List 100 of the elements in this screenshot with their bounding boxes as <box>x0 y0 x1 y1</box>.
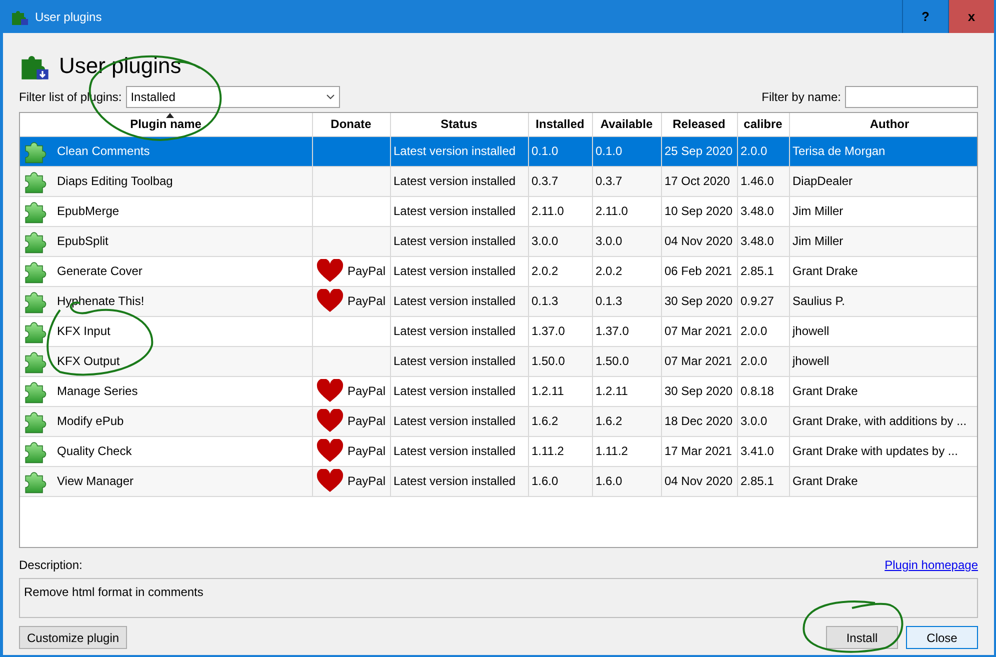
plugin-name: Modify ePub <box>57 413 124 430</box>
column-header[interactable]: Installed <box>528 113 592 136</box>
column-header[interactable]: calibre <box>737 113 789 136</box>
table-cell: 1.2.11 <box>528 376 592 406</box>
filter-label: Filter by name: <box>762 89 841 106</box>
donate-link[interactable]: PayPal <box>348 412 386 430</box>
table-cell: Latest version installed <box>390 286 528 316</box>
table-cell: 1.11.2 <box>592 436 661 466</box>
description-label: Description: <box>19 557 82 574</box>
table-cell: jhowell <box>789 346 977 376</box>
table-cell: 25 Sep 2020 <box>661 136 737 166</box>
filter-dropdown[interactable]: Installed <box>126 86 340 108</box>
heart-icon <box>316 469 344 493</box>
table-cell: 0.3.7 <box>592 166 661 196</box>
table-cell: 2.0.2 <box>528 256 592 286</box>
table-cell: 2.11.0 <box>528 196 592 226</box>
heading: User plugins <box>59 52 182 80</box>
table-cell: 2.0.0 <box>737 316 789 346</box>
column-header[interactable]: Released <box>661 113 737 136</box>
caret-icon <box>326 94 335 100</box>
plugin-name: KFX Input <box>57 323 110 340</box>
table-cell: 07 Mar 2021 <box>661 346 737 376</box>
table-cell: 17 Oct 2020 <box>661 166 737 196</box>
table-cell: 30 Sep 2020 <box>661 286 737 316</box>
window-title: User plugins <box>35 8 103 26</box>
table-cell: Latest version installed <box>390 466 528 496</box>
table-cell: Latest version installed <box>390 406 528 436</box>
donate-link[interactable]: PayPal <box>348 262 386 280</box>
plugin-row[interactable]: Manage Series PayPal Latest version installed 1.2.11 1.2.11 30 Sep 2020 0.8.18 Grant Drake <box>20 376 977 406</box>
table-cell: Grant Drake <box>789 466 977 496</box>
table-cell: Terisa de Morgan <box>789 136 977 166</box>
column-header[interactable]: Author <box>789 113 977 136</box>
plugin-row[interactable]: EpubMerge Latest version installed 2.11.0 2.11.0 10 Sep 2020 3.48.0 Jim Miller <box>20 196 977 226</box>
plugin-name: EpubMerge <box>57 203 120 220</box>
table-cell: Latest version installed <box>390 436 528 466</box>
table-cell: 06 Feb 2021 <box>661 256 737 286</box>
plugin-name: Manage Series <box>57 383 138 400</box>
table-cell: 1.2.11 <box>592 376 661 406</box>
table-cell: 18 Dec 2020 <box>661 406 737 436</box>
heart-icon <box>316 379 344 403</box>
table-cell: 04 Nov 2020 <box>661 466 737 496</box>
close-button[interactable]: x <box>948 0 994 33</box>
table-cell: Latest version installed <box>390 256 528 286</box>
table-cell: Grant Drake <box>789 376 977 406</box>
column-header[interactable]: Donate <box>312 113 390 136</box>
table-cell: 1.50.0 <box>592 346 661 376</box>
table-cell: 10 Sep 2020 <box>661 196 737 226</box>
table-cell: 0.1.0 <box>592 136 661 166</box>
table-cell: Grant Drake <box>789 256 977 286</box>
column-header[interactable]: Status <box>390 113 528 136</box>
table-cell: 1.37.0 <box>592 316 661 346</box>
table-cell: 0.8.18 <box>737 376 789 406</box>
plugin-row[interactable]: Clean Comments Latest version installed 0.1.0 0.1.0 25 Sep 2020 2.0.0 Terisa de Morgan <box>20 136 977 166</box>
table-cell: Latest version installed <box>390 166 528 196</box>
plugin-row[interactable]: Hyphenate This! PayPal Latest version installed 0.1.3 0.1.3 30 Sep 2020 0.9.27 Saulius P. <box>20 286 977 316</box>
donate-link[interactable]: PayPal <box>348 472 386 490</box>
table-cell: 0.1.3 <box>528 286 592 316</box>
plugin-row[interactable]: EpubSplit Latest version installed 3.0.0 3.0.0 04 Nov 2020 3.48.0 Jim Miller <box>20 226 977 256</box>
table-cell: 2.0.2 <box>592 256 661 286</box>
close-button[interactable]: Close <box>906 626 978 649</box>
plugin-row[interactable]: Quality Check PayPal Latest version installed 1.11.2 1.11.2 17 Mar 2021 3.41.0 Grant Drake with updates by ... <box>20 436 977 466</box>
table-cell: 0.9.27 <box>737 286 789 316</box>
plugin-row[interactable]: Modify ePub PayPal Latest version installed 1.6.2 1.6.2 18 Dec 2020 3.0.0 Grant Drake, with additions by ... <box>20 406 977 436</box>
table-cell: 30 Sep 2020 <box>661 376 737 406</box>
heart-icon <box>316 439 344 463</box>
table-cell: Latest version installed <box>390 226 528 256</box>
install-button[interactable]: Install <box>826 626 898 649</box>
table-cell: 3.48.0 <box>737 226 789 256</box>
plugin-row[interactable]: Diaps Editing Toolbag Latest version installed 0.3.7 0.3.7 17 Oct 2020 1.46.0 DiapDealer <box>20 166 977 196</box>
plugin-row[interactable]: View Manager PayPal Latest version installed 1.6.0 1.6.0 04 Nov 2020 2.85.1 Grant Drake <box>20 466 977 496</box>
customize-button[interactable]: Customize plugin <box>19 626 128 649</box>
table-cell: Latest version installed <box>390 376 528 406</box>
table-cell: 07 Mar 2021 <box>661 316 737 346</box>
table-cell: 3.41.0 <box>737 436 789 466</box>
donate-link[interactable]: PayPal <box>348 382 386 400</box>
plugin-row[interactable]: KFX Input Latest version installed 1.37.0 1.37.0 07 Mar 2021 2.0.0 jhowell <box>20 316 977 346</box>
table-cell: 1.6.0 <box>528 466 592 496</box>
table-cell: 1.46.0 <box>737 166 789 196</box>
plugin-name: EpubSplit <box>57 233 108 250</box>
column-header[interactable]: Plugin name <box>20 113 312 136</box>
table-cell: 2.0.0 <box>737 136 789 166</box>
column-header[interactable]: Available <box>592 113 661 136</box>
table-cell: Grant Drake, with additions by ... <box>789 406 977 436</box>
table-cell: 3.0.0 <box>528 226 592 256</box>
plugin-row[interactable]: KFX Output Latest version installed 1.50.0 1.50.0 07 Mar 2021 2.0.0 jhowell <box>20 346 977 376</box>
sort-arrow-icon <box>166 113 174 118</box>
table-cell: 3.0.0 <box>592 226 661 256</box>
name-filter-field[interactable] <box>845 86 978 108</box>
plugin-name: Clean Comments <box>57 143 150 160</box>
table-cell: 17 Mar 2021 <box>661 436 737 466</box>
table-cell: 2.11.0 <box>592 196 661 226</box>
homepage-link[interactable]: Plugin homepage <box>884 556 978 574</box>
plugin-row[interactable]: Generate Cover PayPal Latest version installed 2.0.2 2.0.2 06 Feb 2021 2.85.1 Grant Drake <box>20 256 977 286</box>
table-cell: 1.50.0 <box>528 346 592 376</box>
plugin-name: Diaps Editing Toolbag <box>57 173 173 190</box>
table-cell: Latest version installed <box>390 316 528 346</box>
donate-link[interactable]: PayPal <box>348 442 386 460</box>
table-cell: Jim Miller <box>789 226 977 256</box>
table-cell: 0.1.0 <box>528 136 592 166</box>
donate-link[interactable]: PayPal <box>348 292 386 310</box>
